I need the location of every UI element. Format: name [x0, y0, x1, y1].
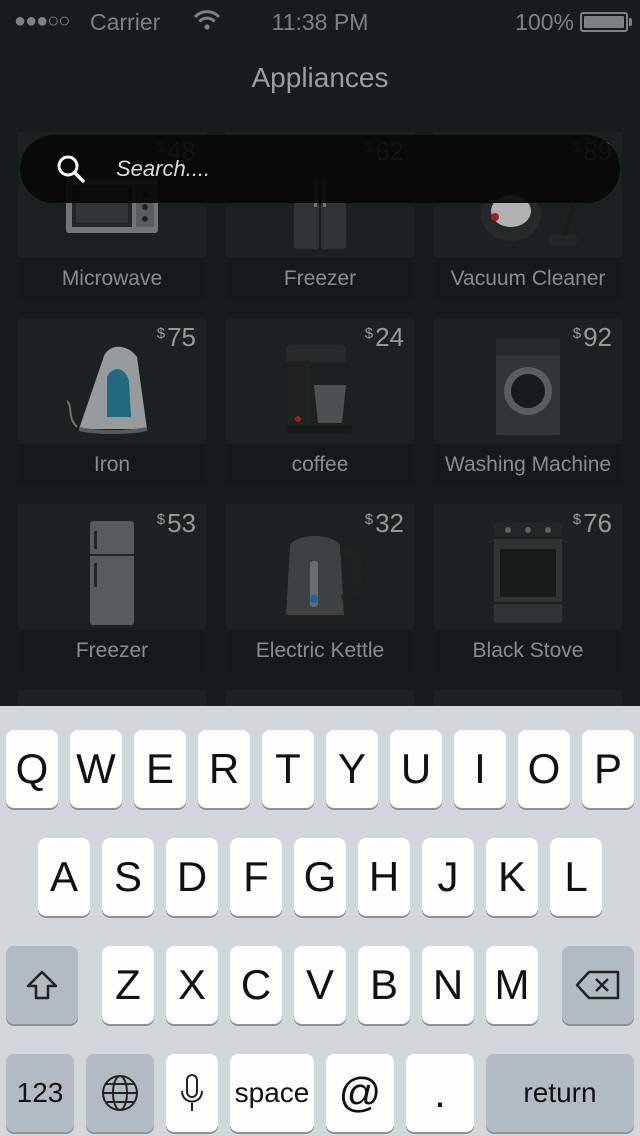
- product-card[interactable]: $32 Electric Kettle: [226, 504, 414, 672]
- key-s[interactable]: S: [102, 838, 154, 916]
- price: $24: [364, 322, 404, 352]
- key-x[interactable]: X: [166, 946, 218, 1024]
- key-u[interactable]: U: [390, 730, 442, 808]
- product-name: Freezer: [18, 630, 206, 672]
- key-d[interactable]: D: [166, 838, 218, 916]
- product-grid: $48 Microwave $62 Freezer $89 Vacuum Cle…: [0, 0, 640, 706]
- key-o[interactable]: O: [518, 730, 570, 808]
- product-card[interactable]: [18, 690, 206, 706]
- keyboard: Q W E R T Y U I O P A S D F G H J K L Z …: [0, 706, 640, 1136]
- product-card[interactable]: [226, 690, 414, 706]
- search-icon: [57, 155, 85, 183]
- key-h[interactable]: H: [358, 838, 410, 916]
- product-card[interactable]: $53 Freezer: [18, 504, 206, 672]
- key-w[interactable]: W: [70, 730, 122, 808]
- key-l[interactable]: L: [550, 838, 602, 916]
- price: $75: [156, 322, 196, 352]
- space-key[interactable]: space: [230, 1054, 314, 1132]
- price: $32: [364, 508, 404, 538]
- page-title: Appliances: [251, 62, 389, 93]
- shift-key[interactable]: [6, 946, 78, 1024]
- microphone-icon: [181, 1074, 203, 1111]
- backspace-icon: [575, 970, 620, 1000]
- price: $76: [572, 508, 612, 538]
- product-name: Freezer: [226, 258, 414, 300]
- search-bar[interactable]: [20, 135, 620, 203]
- product-card[interactable]: [434, 690, 622, 706]
- price: $92: [572, 322, 612, 352]
- period-key[interactable]: .: [406, 1054, 474, 1132]
- globe-key[interactable]: [86, 1054, 154, 1132]
- key-c[interactable]: C: [230, 946, 282, 1024]
- key-t[interactable]: T: [262, 730, 314, 808]
- product-card[interactable]: $75 Iron: [18, 318, 206, 486]
- key-n[interactable]: N: [422, 946, 474, 1024]
- product-name: Microwave: [18, 258, 206, 300]
- key-a[interactable]: A: [38, 838, 90, 916]
- product-card[interactable]: $92 Washing Machine: [434, 318, 622, 486]
- key-g[interactable]: G: [294, 838, 346, 916]
- key-p[interactable]: P: [582, 730, 634, 808]
- key-r[interactable]: R: [198, 730, 250, 808]
- key-q[interactable]: Q: [6, 730, 58, 808]
- microphone-key[interactable]: [166, 1054, 218, 1132]
- key-b[interactable]: B: [358, 946, 410, 1024]
- key-i[interactable]: I: [454, 730, 506, 808]
- product-name: Washing Machine: [434, 444, 622, 486]
- key-m[interactable]: M: [486, 946, 538, 1024]
- key-j[interactable]: J: [422, 838, 474, 916]
- key-e[interactable]: E: [134, 730, 186, 808]
- product-name: Black Stove: [434, 630, 622, 672]
- product-name: Vacuum Cleaner: [434, 258, 622, 300]
- numbers-key[interactable]: 123: [6, 1054, 74, 1132]
- price: $53: [156, 508, 196, 538]
- key-k[interactable]: K: [486, 838, 538, 916]
- product-name: coffee: [226, 444, 414, 486]
- key-v[interactable]: V: [294, 946, 346, 1024]
- shift-icon: [26, 970, 58, 1000]
- search-input[interactable]: [116, 149, 596, 189]
- key-z[interactable]: Z: [102, 946, 154, 1024]
- globe-icon: [102, 1075, 138, 1111]
- key-y[interactable]: Y: [326, 730, 378, 808]
- product-name: Iron: [18, 444, 206, 486]
- return-key[interactable]: return: [486, 1054, 634, 1132]
- product-name: Electric Kettle: [226, 630, 414, 672]
- product-card[interactable]: $76 Black Stove: [434, 504, 622, 672]
- delete-key[interactable]: [562, 946, 634, 1024]
- key-f[interactable]: F: [230, 838, 282, 916]
- at-key[interactable]: @: [326, 1054, 394, 1132]
- product-card[interactable]: $24 coffee: [226, 318, 414, 486]
